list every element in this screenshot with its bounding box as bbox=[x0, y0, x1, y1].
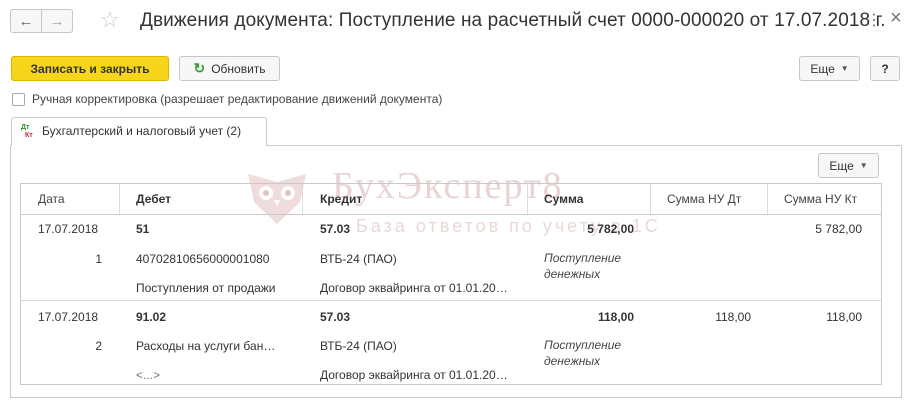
row-sum: 118,00 bbox=[597, 310, 634, 324]
save-and-close-button[interactable]: Записать и закрыть bbox=[11, 56, 169, 81]
column-header-sum-nu-dt[interactable]: Сумма НУ Дт bbox=[667, 192, 741, 206]
table-more-button[interactable]: Еще ▼ bbox=[818, 153, 879, 178]
debit-account: 51 bbox=[136, 222, 150, 236]
row-number: 1 bbox=[95, 252, 102, 266]
row-date: 17.07.2018 bbox=[38, 222, 99, 236]
caret-down-icon: ▼ bbox=[840, 64, 849, 73]
tab-accounting[interactable]: Дт Кт Бухгалтерский и налоговый учет (2) bbox=[11, 117, 267, 146]
table-header-divider bbox=[21, 214, 881, 215]
help-button[interactable]: ? bbox=[870, 56, 900, 81]
debit-subconto-1: 40702810656000001080 bbox=[136, 252, 270, 266]
window-title: Движения документа: Поступление на расче… bbox=[140, 10, 886, 31]
manual-edit-checkbox[interactable] bbox=[12, 93, 25, 106]
column-divider bbox=[527, 184, 528, 214]
row-number: 2 bbox=[95, 339, 102, 353]
credit-subconto-1: ВТБ-24 (ПАО) bbox=[320, 252, 397, 266]
row-sum-nu-dt: 118,00 bbox=[715, 310, 751, 324]
close-icon[interactable]: × bbox=[890, 8, 902, 28]
debit-subconto-1: Расходы на услуги банков bbox=[136, 339, 280, 353]
row-sum-nu-kt: 5 782,00 bbox=[815, 222, 862, 236]
help-label: ? bbox=[881, 61, 889, 76]
column-header-debit[interactable]: Дебет bbox=[136, 192, 171, 206]
more-label: Еще bbox=[810, 61, 835, 76]
column-divider bbox=[119, 184, 120, 214]
column-divider bbox=[650, 184, 651, 214]
debit-subconto-2: <...> bbox=[136, 368, 161, 382]
more-vertical-icon[interactable]: ⋮ bbox=[866, 12, 882, 30]
dt-kt-icon: Дт Кт bbox=[21, 124, 33, 139]
column-divider bbox=[767, 184, 768, 214]
refresh-label: Обновить bbox=[211, 61, 266, 76]
refresh-icon: ↻ bbox=[193, 60, 206, 76]
row-sum: 5 782,00 bbox=[587, 222, 634, 236]
save-and-close-label: Записать и закрыть bbox=[30, 61, 150, 76]
table-more-label: Еще bbox=[829, 158, 854, 173]
arrow-right-icon: → bbox=[49, 12, 65, 30]
debit-subconto-2: Поступления от продажи bbox=[136, 281, 276, 295]
refresh-button[interactable]: ↻ Обновить bbox=[179, 56, 280, 81]
more-actions-button[interactable]: Еще ▼ bbox=[799, 56, 860, 81]
column-header-date[interactable]: Дата bbox=[38, 192, 65, 206]
column-divider bbox=[302, 184, 303, 214]
credit-subconto-2: Договор эквайринга от 01.01.2018 bbox=[320, 368, 508, 382]
arrow-left-icon: ← bbox=[18, 12, 34, 30]
table-row-divider bbox=[21, 300, 881, 301]
row-sum-nu-kt: 118,00 bbox=[826, 310, 862, 324]
row-date: 17.07.2018 bbox=[38, 310, 99, 324]
credit-subconto-1: ВТБ-24 (ПАО) bbox=[320, 339, 397, 353]
forward-button[interactable]: → bbox=[41, 9, 73, 33]
credit-subconto-2: Договор эквайринга от 01.01.2018 bbox=[320, 281, 508, 295]
column-header-sum[interactable]: Сумма bbox=[544, 192, 583, 206]
tab-accounting-label: Бухгалтерский и налоговый учет (2) bbox=[42, 124, 242, 138]
row-content: Поступление денежных средств bbox=[544, 251, 622, 281]
back-button[interactable]: ← bbox=[10, 9, 42, 33]
credit-account: 57.03 bbox=[320, 310, 351, 324]
manual-edit-label[interactable]: Ручная корректировка (разрешает редактир… bbox=[32, 92, 442, 106]
caret-down-icon: ▼ bbox=[859, 161, 868, 170]
credit-account: 57.03 bbox=[320, 222, 351, 236]
row-content: Поступление денежных средств bbox=[544, 338, 622, 368]
favorite-star-icon[interactable]: ☆ bbox=[100, 6, 120, 34]
debit-account: 91.02 bbox=[136, 310, 167, 324]
column-header-sum-nu-kt[interactable]: Сумма НУ Кт bbox=[784, 192, 857, 206]
column-header-credit[interactable]: Кредит bbox=[320, 192, 362, 206]
